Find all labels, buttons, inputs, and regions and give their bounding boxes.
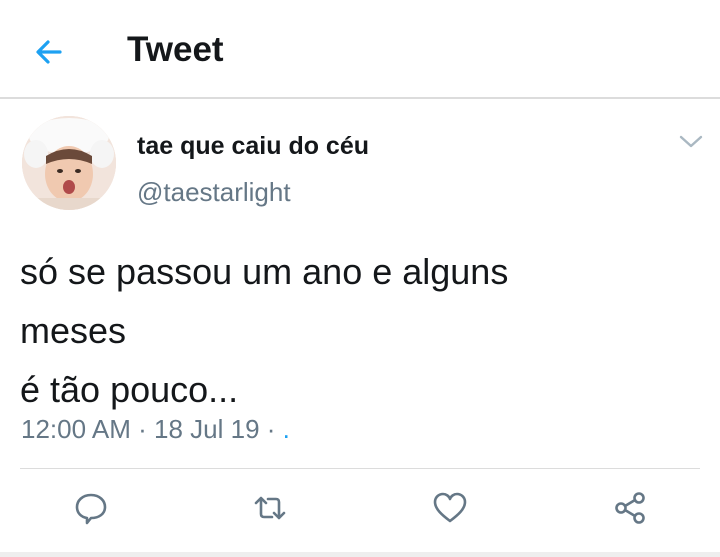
tweet-meta: 12:00 AM · 18 Jul 19 · . — [21, 413, 290, 445]
source-link[interactable]: . — [283, 414, 290, 444]
tweet-text-line: meses — [20, 310, 127, 351]
top-bar: Tweet — [0, 0, 720, 98]
tweet-date: 18 Jul 19 — [154, 414, 260, 444]
avatar[interactable] — [22, 116, 116, 210]
tweet-text: só se passou um ano e alguns meses é tão… — [20, 242, 700, 419]
bottom-divider — [0, 552, 720, 557]
heart-icon[interactable] — [432, 490, 468, 526]
arrow-left-icon[interactable] — [30, 32, 70, 72]
tweet-time: 12:00 AM — [21, 414, 131, 444]
share-icon[interactable] — [612, 490, 648, 526]
tweet-text-line: é tão pouco... — [20, 369, 239, 410]
chevron-down-icon[interactable] — [678, 132, 704, 152]
header-divider — [0, 97, 720, 99]
meta-separator: · — [138, 414, 147, 444]
user-handle[interactable]: @taestarlight — [137, 176, 291, 208]
display-name[interactable]: tae que caiu do céu — [137, 131, 369, 161]
meta-separator: · — [266, 414, 276, 444]
page-title: Tweet — [127, 30, 224, 69]
retweet-icon[interactable] — [252, 490, 288, 526]
action-bar — [0, 490, 720, 530]
action-divider — [20, 468, 700, 469]
avatar-image — [22, 116, 116, 210]
reply-icon[interactable] — [73, 490, 109, 526]
tweet-text-line: só se passou um ano e alguns — [20, 251, 509, 292]
